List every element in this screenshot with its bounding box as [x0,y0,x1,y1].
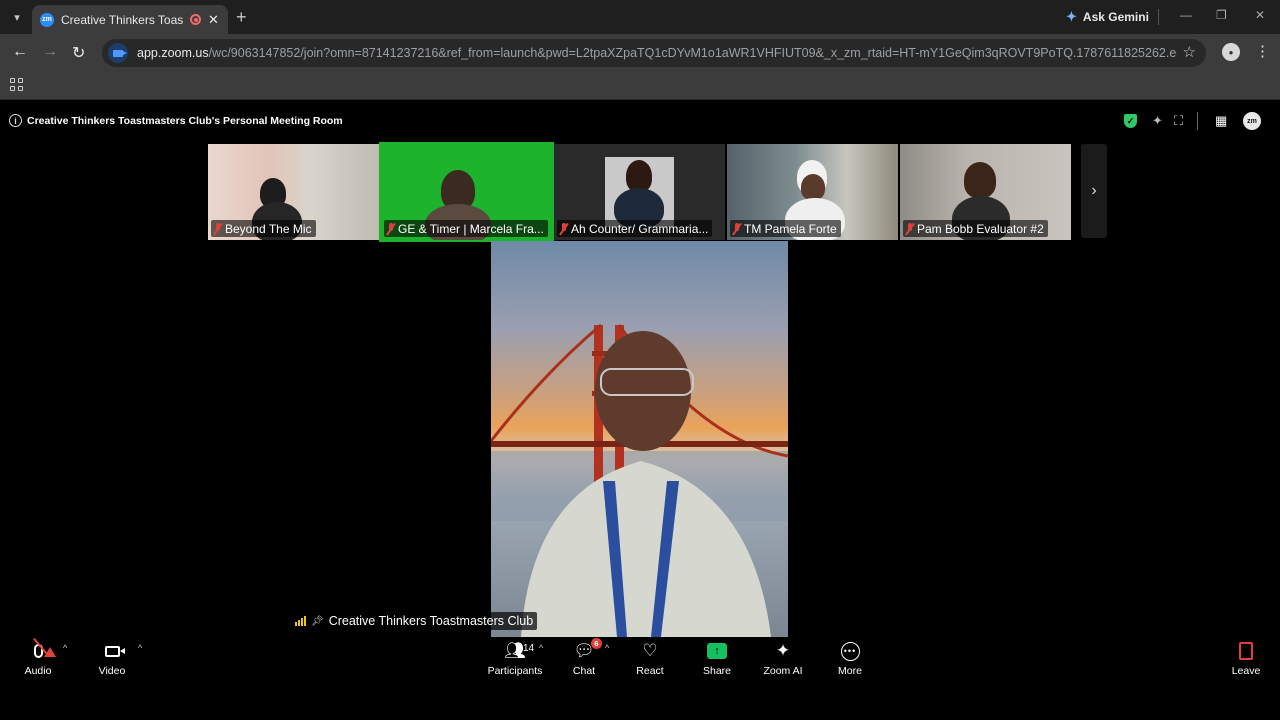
heart-icon: ♡ [642,641,658,660]
recording-indicator-icon [190,14,201,25]
tab-title: Creative Thinkers Toastmasters [61,12,183,27]
meeting-header: i Creative Thinkers Toastmasters Club's … [0,101,1280,141]
participant-name-tag: Ah Counter/ Grammaria... [557,220,713,237]
participant-tile[interactable]: Pam Bobb Evaluator #2 [900,144,1071,240]
encryption-shield-icon[interactable]: ✓ [1124,114,1137,128]
browser-tab-bar: ▾ zm Creative Thinkers Toastmasters ✕ + … [0,0,1280,34]
minimize-button[interactable]: — [1180,8,1192,22]
zoom-favicon-icon: zm [40,12,54,27]
site-info-camera-icon[interactable] [108,43,128,63]
more-dots-icon: ••• [840,641,860,661]
forward-arrow-icon[interactable]: → [42,43,58,61]
ai-sparkle-icon: ✦ [775,641,791,660]
ai-sparkle-icon[interactable]: ✦ [1152,113,1163,129]
chat-options-caret-icon[interactable]: ^ [605,643,609,653]
active-speaker-name-tag: 📌︎ Creative Thinkers Toastmasters Club [291,612,538,630]
meeting-info-icon[interactable]: i [9,114,22,127]
url-text[interactable]: app.zoom.us/wc/9063147852/join?omn=87141… [137,46,1177,60]
participant-name-tag: TM Pamela Forte [730,220,841,237]
audio-button[interactable]: Audio [6,637,70,679]
active-speaker-video[interactable] [491,241,788,637]
muted-mic-icon [732,222,742,235]
video-button[interactable]: Video [80,639,144,679]
gemini-sparkle-icon: ✦ [1066,9,1077,24]
reload-icon[interactable]: ↻ [72,43,85,63]
video-label: Video [98,665,126,677]
share-label: Share [702,665,732,677]
chat-unread-badge: 6 [590,638,602,649]
meeting-controls-bar: Audio ^ Video ^ 👥︎ Participants 14 ^ 💬︎ 6… [0,637,1280,720]
audio-label: Audio [24,665,52,677]
participants-options-caret-icon[interactable]: ^ [539,643,543,653]
participants-label: Participants [487,665,543,677]
muted-mic-icon [905,222,915,235]
share-button[interactable]: ↑ Share [685,639,749,679]
leave-button[interactable]: Leave [1214,639,1278,679]
tab-search-chevron-icon[interactable]: ▾ [6,6,28,28]
participant-name-tag: Beyond The Mic [211,220,316,237]
participant-name-tag: Pam Bobb Evaluator #2 [903,220,1048,237]
view-layout-icon[interactable]: ▦ [1215,113,1227,129]
participant-tile-active[interactable]: GE & Timer | Marcela Fra... [379,142,554,242]
zoom-logo-icon[interactable]: zm [1243,112,1261,130]
header-divider [1197,112,1198,130]
participants-button[interactable]: 👥︎ Participants [483,639,547,679]
tab-close-icon[interactable]: ✕ [208,12,219,28]
meeting-title: Creative Thinkers Toastmasters Club's Pe… [27,115,343,127]
react-label: React [636,665,664,677]
share-screen-icon: ↑ [707,643,727,659]
new-tab-button[interactable]: + [236,7,247,28]
browser-toolbar: ← → ↻ app.zoom.us/wc/9063147852/join?omn… [0,34,1280,72]
audio-options-caret-icon[interactable]: ^ [63,643,67,653]
participant-tile[interactable]: Beyond The Mic [208,144,379,240]
restore-button[interactable]: ❐ [1216,8,1227,22]
ask-gemini-label: Ask Gemini [1082,10,1149,24]
active-speaker-name: Creative Thinkers Toastmasters Club [328,614,534,628]
leave-label: Leave [1231,665,1261,677]
muted-mic-icon [559,222,569,235]
zoom-ai-label: Zoom AI [763,665,803,677]
muted-mic-icon [386,222,396,235]
bridge-background [491,323,788,637]
back-arrow-icon[interactable]: ← [12,43,28,61]
audio-warning-icon [43,647,56,657]
react-button[interactable]: ♡ React [618,639,682,679]
participants-count: 14 [523,643,535,654]
more-label: More [838,665,862,677]
profile-avatar-icon[interactable]: ● [1222,43,1240,61]
close-window-button[interactable]: ✕ [1255,8,1265,22]
participant-tile[interactable]: TM Pamela Forte [727,144,898,240]
video-options-caret-icon[interactable]: ^ [138,643,142,653]
video-camera-icon [104,645,125,657]
bookmark-star-icon[interactable]: ☆ [1183,43,1196,61]
pin-icon: 📌︎ [311,615,324,627]
browser-tab[interactable]: zm Creative Thinkers Toastmasters ✕ [32,5,228,34]
chat-label: Chat [572,665,596,677]
participant-name-tag: GE & Timer | Marcela Fra... [384,220,548,237]
browser-menu-icon[interactable]: ⋮ [1255,42,1270,60]
next-page-chevron-icon[interactable]: › [1081,144,1107,238]
more-button[interactable]: ••• More [818,639,882,679]
muted-mic-icon [213,222,223,235]
ask-gemini-button[interactable]: ✦ Ask Gemini [1066,9,1149,25]
participant-tile[interactable]: Ah Counter/ Grammaria... [554,144,725,240]
tabbar-divider [1158,9,1159,25]
address-bar[interactable]: app.zoom.us/wc/9063147852/join?omn=87141… [102,39,1206,67]
apps-grid-icon[interactable] [10,78,23,91]
bookmarks-bar [0,72,1280,100]
signal-strength-icon [295,616,306,626]
zoom-ai-button[interactable]: ✦ Zoom AI [751,639,815,679]
expand-view-icon[interactable]: ⛶ [1174,113,1183,129]
leave-door-icon [1239,642,1253,660]
